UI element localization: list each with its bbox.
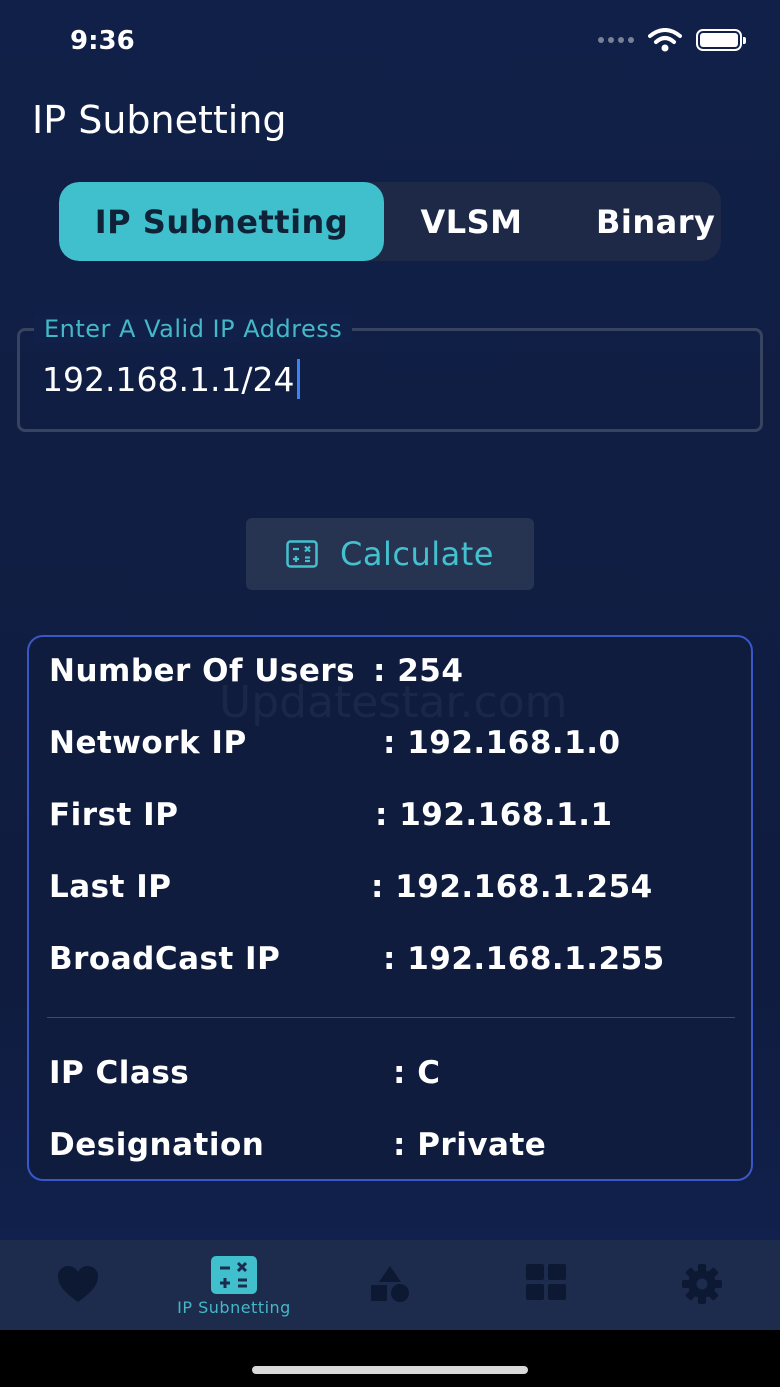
result-label: Last IP: [49, 869, 172, 905]
result-label: IP Class: [49, 1055, 190, 1091]
tab-ip-subnetting-nav[interactable]: IP Subnetting: [156, 1240, 312, 1330]
status-bar: 9:36: [0, 0, 780, 82]
battery-icon: [696, 29, 746, 51]
results-divider: [47, 1017, 735, 1018]
ip-address-label: Enter A Valid IP Address: [34, 315, 353, 343]
result-value: : Private: [393, 1127, 547, 1163]
ip-address-text: 192.168.1.1/24: [42, 359, 295, 399]
result-label: Network IP: [49, 725, 247, 761]
results-card: Updatestar.com Number Of Users : 254 Net…: [27, 635, 753, 1181]
ip-address-value[interactable]: 192.168.1.1/24: [42, 359, 300, 399]
mode-segmented-control: IP Subnetting VLSM Binary: [59, 182, 721, 261]
result-label: BroadCast IP: [49, 941, 281, 977]
ip-address-input[interactable]: Enter A Valid IP Address 192.168.1.1/24: [17, 315, 763, 432]
result-row-users: Number Of Users : 254: [49, 653, 463, 689]
text-caret: [296, 359, 300, 399]
result-row-designation: Designation : Private: [49, 1127, 546, 1163]
result-row-broadcast-ip: BroadCast IP : 192.168.1.255: [49, 941, 664, 977]
gear-icon: [682, 1264, 722, 1304]
tab-vlsm[interactable]: VLSM: [384, 182, 559, 261]
home-indicator-area: [0, 1330, 780, 1387]
result-value: : 192.168.1.255: [383, 941, 665, 977]
calculator-icon: [211, 1256, 257, 1294]
result-value: : C: [393, 1055, 441, 1091]
result-row-first-ip: First IP : 192.168.1.1: [49, 797, 612, 833]
wifi-icon: [648, 28, 682, 52]
tab-settings[interactable]: [624, 1240, 780, 1330]
result-row-network-ip: Network IP : 192.168.1.0: [49, 725, 620, 761]
result-value: : 192.168.1.0: [383, 725, 621, 761]
shapes-icon: [371, 1266, 409, 1302]
result-label: First IP: [49, 797, 179, 833]
result-value: : 254: [373, 653, 464, 689]
tab-shapes[interactable]: [312, 1240, 468, 1330]
tab-label: IP Subnetting: [177, 1298, 291, 1317]
result-label: Designation: [49, 1127, 265, 1163]
result-label: Number Of Users: [49, 653, 356, 689]
tab-grid[interactable]: [468, 1240, 624, 1330]
result-value: : 192.168.1.1: [375, 797, 613, 833]
status-icons: [598, 28, 746, 52]
calculate-label: Calculate: [340, 535, 494, 573]
app-screen: 9:36 IP Subnetting IP Subnetting VLSM Bi…: [0, 0, 780, 1387]
calculator-icon: [286, 540, 318, 568]
bottom-tab-bar: IP Subnetting: [0, 1240, 780, 1330]
heart-icon: [58, 1266, 98, 1302]
tab-favorites[interactable]: [0, 1240, 156, 1330]
tab-binary[interactable]: Binary: [559, 182, 721, 261]
status-time: 9:36: [70, 26, 135, 56]
calculate-button[interactable]: Calculate: [246, 518, 534, 590]
result-row-last-ip: Last IP : 192.168.1.254: [49, 869, 652, 905]
grid-icon: [526, 1264, 566, 1300]
result-value: : 192.168.1.254: [371, 869, 653, 905]
page-title: IP Subnetting: [32, 98, 287, 142]
tab-ip-subnetting[interactable]: IP Subnetting: [59, 182, 384, 261]
cellular-signal-icon: [598, 37, 634, 43]
result-row-ip-class: IP Class : C: [49, 1055, 440, 1091]
home-indicator[interactable]: [252, 1366, 528, 1374]
